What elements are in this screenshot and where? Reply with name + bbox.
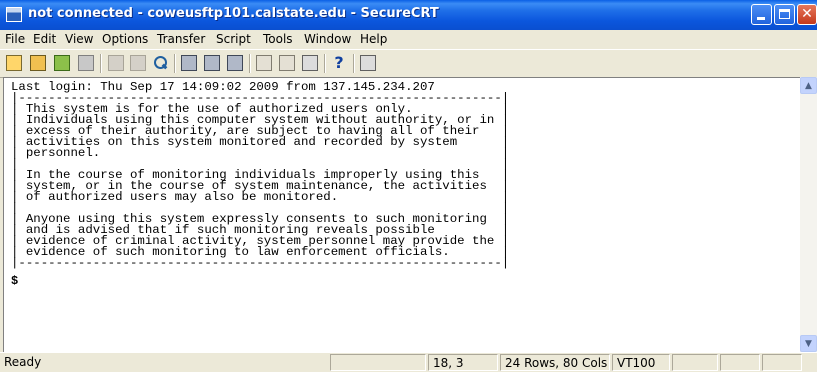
toolbar-separator [353,54,355,73]
quick-connect-icon[interactable] [30,55,46,71]
emulation-mode: VT100 [612,354,670,371]
scroll-down-button[interactable]: ▼ [800,335,817,352]
minimize-button[interactable] [751,4,772,25]
disconnect-icon[interactable] [78,55,94,71]
menu-script[interactable]: Script [216,32,251,46]
close-icon: ✕ [801,6,813,22]
window-title: not connected - coweusftp101.calstate.ed… [28,6,439,21]
connect-in-tab-icon[interactable] [54,55,70,71]
session-options-icon[interactable] [256,55,272,71]
maximize-button[interactable] [774,4,795,25]
menu-view[interactable]: View [65,32,93,46]
vertical-scrollbar[interactable]: ▲ ▼ [800,77,817,352]
menu-file[interactable]: File [5,32,25,46]
terminal-size: 24 Rows, 80 Cols [500,354,610,371]
help-disabled-icon[interactable] [360,55,376,71]
sftp-icon[interactable] [279,55,295,71]
shell-prompt: $ [11,274,19,288]
maximize-icon [779,9,790,19]
terminal-screen[interactable]: Last login: Thu Sep 17 14:09:02 2009 fro… [3,77,800,352]
scroll-down-icon: ▼ [805,339,812,349]
cursor-position: 18, 3 [428,354,498,371]
status-pane-empty [330,354,426,371]
status-pane-empty [762,354,802,371]
menu-bar: File Edit View Options Transfer Script T… [0,30,817,48]
menu-options[interactable]: Options [102,32,148,46]
find-icon[interactable] [152,55,168,71]
toolbar-separator [174,54,176,73]
securecrt-app-icon[interactable] [6,7,22,22]
status-pane-empty [672,354,718,371]
toolbar-separator [100,54,102,73]
menu-tools[interactable]: Tools [263,32,293,46]
help-icon[interactable]: ? [331,55,347,71]
minimize-icon [757,17,765,20]
menu-edit[interactable]: Edit [33,32,56,46]
menu-window[interactable]: Window [304,32,351,46]
toolbar-separator [249,54,251,73]
toolbar-separator [324,54,326,73]
scroll-up-icon: ▲ [805,81,812,91]
toolbar: ? [0,49,817,78]
print-icon[interactable] [181,55,197,71]
title-bar[interactable]: not connected - coweusftp101.calstate.ed… [0,0,817,30]
menu-help[interactable]: Help [360,32,387,46]
terminal-line: |---------------------------------------… [11,256,510,270]
scroll-up-button[interactable]: ▲ [800,77,817,94]
status-pane-empty [720,354,760,371]
status-bar: Ready 18, 3 24 Rows, 80 Cols VT100 [0,352,817,372]
paste-icon[interactable] [130,55,146,71]
status-text: Ready [4,355,42,369]
print-selection-icon[interactable] [204,55,220,71]
menu-transfer[interactable]: Transfer [157,32,205,46]
connect-icon[interactable] [6,55,22,71]
copy-icon[interactable] [108,55,124,71]
close-button[interactable]: ✕ [797,4,817,25]
keymap-icon[interactable] [302,55,318,71]
print-screen-icon[interactable] [227,55,243,71]
